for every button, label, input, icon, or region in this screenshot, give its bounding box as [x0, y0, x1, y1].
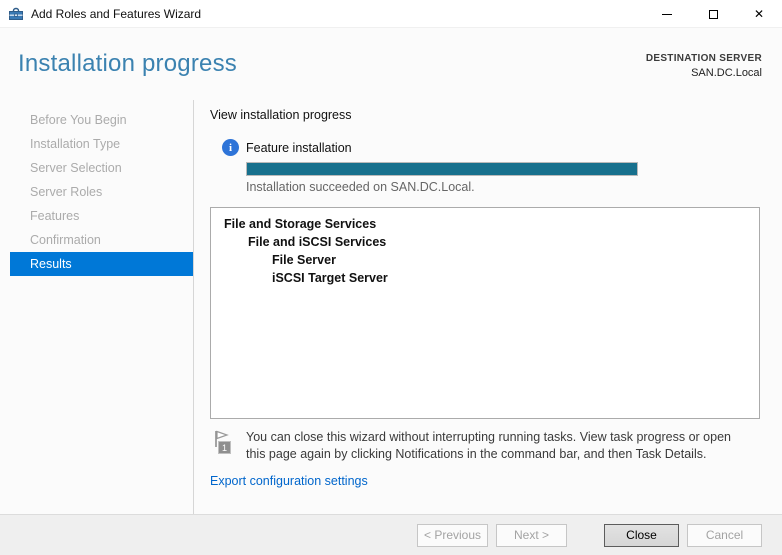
close-wizard-button[interactable]: Close — [604, 523, 679, 547]
export-configuration-link[interactable]: Export configuration settings — [210, 474, 368, 488]
close-icon: ✕ — [753, 7, 765, 21]
window-controls: ✕ — [644, 0, 782, 28]
sidebar-item-server-selection: Server Selection — [30, 161, 122, 175]
button-bar: < Previous Next > Close Cancel — [0, 514, 782, 555]
cancel-button[interactable]: Cancel — [687, 523, 762, 547]
maximize-icon — [708, 9, 718, 19]
sidebar-item-confirmation: Confirmation — [30, 233, 101, 247]
progress-label: Feature installation — [246, 141, 352, 155]
maximize-button[interactable] — [690, 0, 736, 28]
sidebar-item-results[interactable]: Results — [10, 252, 193, 276]
close-button[interactable]: ✕ — [736, 0, 782, 28]
previous-button[interactable]: < Previous — [417, 523, 488, 547]
minimize-icon — [662, 13, 672, 15]
progress-bar-fill — [247, 163, 637, 175]
title-bar[interactable]: Add Roles and Features Wizard ✕ — [0, 0, 782, 28]
window-title: Add Roles and Features Wizard — [31, 7, 202, 21]
feature-list-item[interactable]: File Server — [211, 251, 759, 269]
sidebar-item-installation-type: Installation Type — [30, 137, 121, 151]
notification-count-badge: 1 — [218, 441, 231, 454]
feature-list-item[interactable]: File and iSCSI Services — [211, 233, 759, 251]
section-title: View installation progress — [210, 108, 352, 122]
wizard-nav: Before You Begin Installation Type Serve… — [0, 100, 193, 276]
minimize-button[interactable] — [644, 0, 690, 28]
sidebar-divider — [193, 100, 194, 514]
destination-server-value: SAN.DC.Local — [691, 67, 762, 79]
feature-list-item[interactable]: File and Storage Services — [211, 215, 759, 233]
next-button[interactable]: Next > — [496, 523, 567, 547]
installed-features-list[interactable]: File and Storage Services File and iSCSI… — [210, 207, 760, 419]
destination-server-block: DESTINATION SERVER SAN.DC.Local — [646, 53, 762, 79]
sidebar-item-before-you-begin: Before You Begin — [30, 113, 127, 127]
progress-status: Installation succeeded on SAN.DC.Local. — [246, 180, 475, 194]
page-title: Installation progress — [18, 50, 237, 77]
feature-list-item[interactable]: iSCSI Target Server — [211, 269, 759, 287]
destination-server-label: DESTINATION SERVER — [645, 53, 762, 64]
sidebar-item-features: Features — [30, 209, 80, 223]
progress-bar — [246, 162, 638, 176]
close-wizard-note: You can close this wizard without interr… — [246, 430, 731, 461]
main-content: View installation progress i Feature ins… — [210, 100, 762, 514]
info-icon: i — [222, 139, 239, 156]
toolbox-icon — [8, 6, 24, 22]
sidebar-item-server-roles: Server Roles — [30, 185, 103, 199]
